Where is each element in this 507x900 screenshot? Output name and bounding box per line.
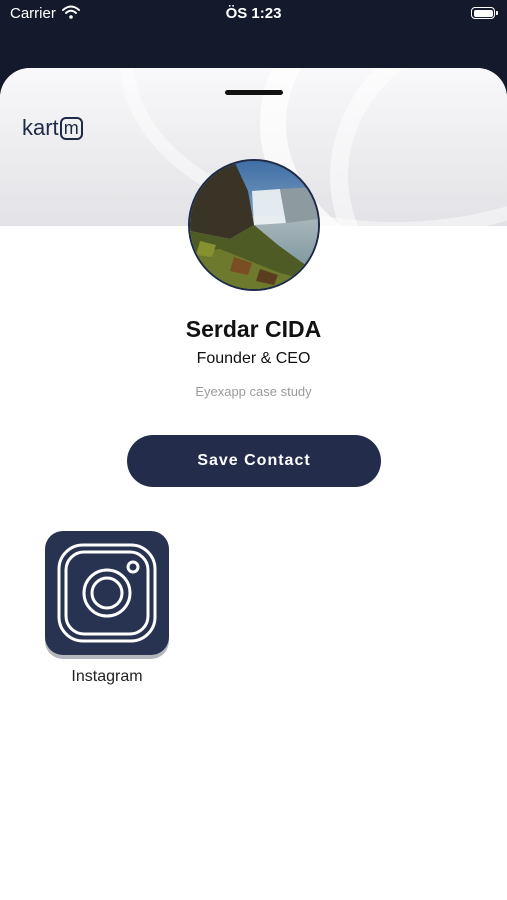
profile-title: Founder & CEO [196, 350, 311, 367]
logo-text: kart [22, 115, 59, 140]
card-sheet: kart m Serdar CIDA Founder & CEO Eyexapp… [0, 68, 507, 900]
avatar-photo [190, 161, 318, 289]
instagram-label: Instagram [71, 668, 143, 685]
avatar [188, 159, 320, 291]
status-bar: Carrier ÖS 1:23 [0, 0, 507, 28]
instagram-tile[interactable] [45, 531, 169, 655]
sheet-grabber-handle[interactable] [225, 90, 283, 95]
profile-name: Serdar CIDA [185, 316, 322, 342]
brand-logo: kart m [22, 113, 83, 143]
profile-company: Eyexapp case study [195, 384, 312, 399]
instagram-icon [57, 543, 157, 643]
social-link-instagram[interactable]: Instagram [45, 531, 169, 691]
status-time: ÖS 1:23 [225, 5, 282, 22]
battery-icon [471, 7, 498, 19]
save-contact-button[interactable]: Save Contact [127, 435, 381, 487]
logo-box-letter: m [59, 116, 83, 140]
